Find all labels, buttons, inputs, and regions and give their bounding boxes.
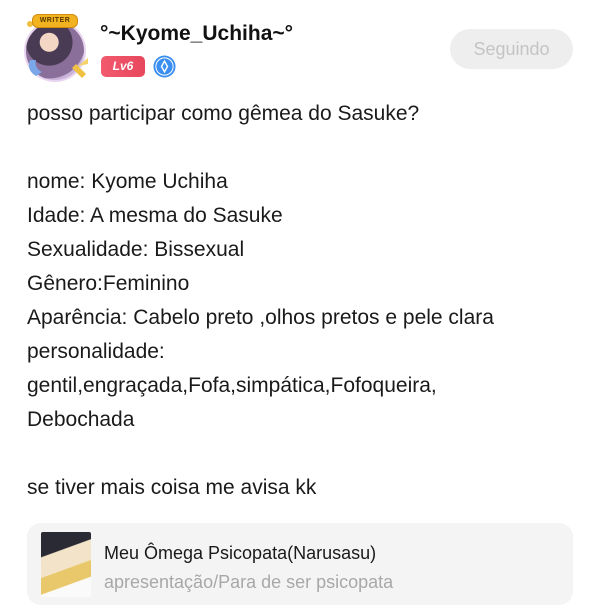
linked-post-subtitle: apresentação/Para de ser psicopata [104, 572, 394, 592]
post-line: Idade: A mesma do Sasuke [27, 204, 283, 227]
level-badge: Lv6 [101, 56, 145, 77]
linked-post-card[interactable]: Meu Ômega Psicopata(Narusasu) apresentaç… [27, 523, 573, 605]
post-header: WRITER °~Kyome_Uchiha~° Lv6 Seguindo [0, 0, 600, 90]
post-line: nome: Kyome Uchiha [27, 170, 228, 193]
post-line: gentil,engraçada,Fofa,simpática,Fofoquei… [27, 374, 437, 397]
post-line: Sexualidade: Bissexual [27, 238, 245, 261]
post-line: se tiver mais coisa me avisa kk [27, 476, 317, 499]
post-line: personalidade: [27, 340, 165, 363]
follow-button[interactable]: Seguindo [450, 29, 573, 69]
author-avatar[interactable]: WRITER [22, 14, 90, 82]
post-body: posso participar como gêmea do Sasuke? n… [27, 97, 587, 505]
post-line: posso participar como gêmea do Sasuke? [27, 102, 420, 125]
linked-post-title: Meu Ômega Psicopata(Narusasu) [104, 543, 377, 563]
post-line: Gênero:Feminino [27, 272, 190, 295]
author-name[interactable]: °~Kyome_Uchiha~° [100, 22, 293, 46]
post-line: Aparência: Cabelo preto ,olhos pretos e … [27, 306, 494, 329]
post-line-blank [27, 131, 587, 165]
post-line-blank [27, 437, 587, 471]
post-line: Debochada [27, 408, 135, 431]
writer-badge: WRITER [32, 14, 78, 28]
verified-icon [153, 55, 176, 78]
linked-post-thumbnail [41, 532, 91, 597]
